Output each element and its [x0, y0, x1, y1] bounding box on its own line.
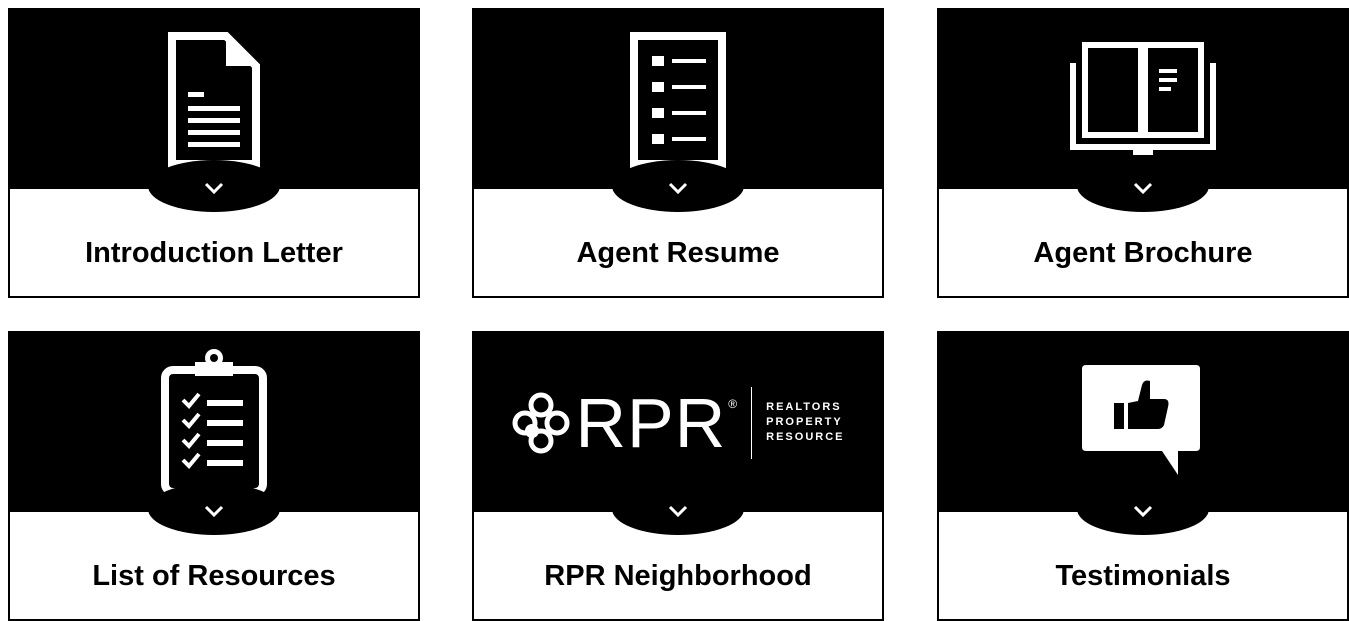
- rpr-tagline-line3: RESOURCE: [766, 431, 845, 443]
- card-agent-resume[interactable]: Agent Resume: [472, 8, 884, 298]
- chevron-down-icon[interactable]: [668, 505, 688, 517]
- card-testimonials[interactable]: Testimonials: [937, 331, 1349, 621]
- rpr-symbol-icon: [512, 392, 569, 453]
- thumbs-up-speech-bubble-icon: [1082, 364, 1200, 475]
- card-list-of-resources[interactable]: List of Resources: [8, 331, 420, 621]
- document-icon: [168, 31, 260, 168]
- checklist-document-icon: [630, 31, 726, 168]
- chevron-down-icon[interactable]: [204, 505, 224, 517]
- chevron-down-icon[interactable]: [1133, 182, 1153, 194]
- card-label: Introduction Letter: [85, 237, 343, 269]
- card-label: Agent Brochure: [1033, 237, 1253, 269]
- clipboard-checklist-icon: [161, 348, 267, 496]
- card-rpr-neighborhood[interactable]: RPR ® REALTORS PROPERTY RESOURCE RPR Nei…: [472, 331, 884, 621]
- registered-mark: ®: [728, 396, 738, 411]
- card-introduction-letter[interactable]: Introduction Letter: [8, 8, 420, 298]
- open-book-icon: [1070, 41, 1216, 155]
- card-label: List of Resources: [92, 560, 336, 592]
- rpr-logo: RPR ® REALTORS PROPERTY RESOURCE: [512, 383, 845, 462]
- card-agent-brochure[interactable]: Agent Brochure: [937, 8, 1349, 298]
- rpr-tagline: REALTORS PROPERTY RESOURCE: [766, 400, 844, 445]
- chevron-down-icon[interactable]: [1133, 505, 1153, 517]
- rpr-wordmark: RPR: [575, 383, 727, 462]
- card-label: RPR Neighborhood: [544, 560, 812, 592]
- logo-divider: [751, 386, 753, 459]
- chevron-down-icon[interactable]: [668, 182, 688, 194]
- rpr-tagline-line2: PROPERTY: [766, 416, 843, 428]
- card-label: Testimonials: [1055, 560, 1231, 592]
- rpr-tagline-line1: REALTORS: [766, 401, 842, 413]
- chevron-down-icon[interactable]: [204, 182, 224, 194]
- card-label: Agent Resume: [576, 237, 780, 269]
